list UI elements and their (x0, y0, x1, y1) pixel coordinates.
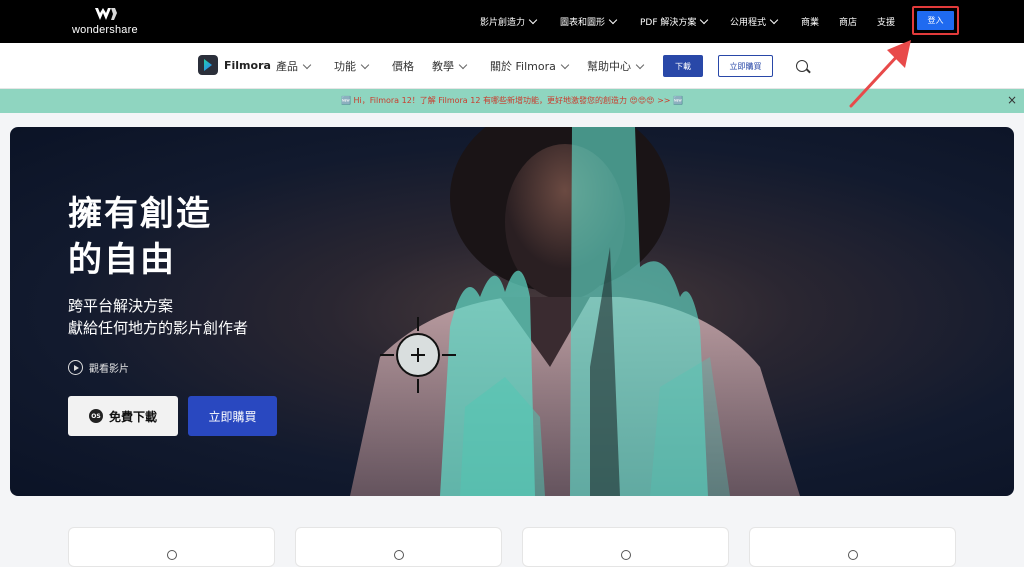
chevron-down-icon (458, 60, 468, 69)
subnav-label: 產品 (276, 60, 298, 73)
subnav-tutorials[interactable]: 教學 (432, 43, 468, 89)
free-download-button[interactable]: OS 免費下載 (68, 396, 178, 436)
wondershare-logo-icon (95, 8, 117, 20)
feature-icon (394, 550, 404, 560)
wondershare-logo[interactable]: wondershare (72, 7, 142, 37)
login-highlight-box: 登入 (912, 6, 959, 35)
feature-icon (167, 550, 177, 560)
search-icon[interactable] (796, 60, 808, 72)
chevron-down-icon (635, 60, 645, 69)
play-icon (68, 360, 83, 375)
topnav-store[interactable]: 商店 (839, 0, 857, 43)
download-button[interactable]: 下載 (663, 55, 703, 77)
hero-section: 擁有創造 的自由 跨平台解決方案 獻給任何地方的影片創作者 觀看影片 OS 免費… (10, 127, 1014, 496)
topnav-diagram[interactable]: 圖表和圖形 (560, 0, 618, 43)
topnav-pdf[interactable]: PDF 解決方案 (640, 0, 709, 43)
topnav-video[interactable]: 影片創造力 (480, 0, 538, 43)
topnav-label: 商業 (801, 18, 820, 28)
hero-subtitle: 跨平台解決方案 獻給任何地方的影片創作者 (68, 295, 248, 339)
hero-subtitle-line: 跨平台解決方案 (68, 297, 174, 315)
macos-icon: OS (88, 409, 103, 423)
watch-video-label: 觀看影片 (89, 364, 129, 375)
buy-button[interactable]: 立即購買 (718, 55, 773, 77)
topnav-label: 圖表和圖形 (560, 18, 606, 28)
chevron-down-icon (360, 60, 370, 69)
filmora-brand[interactable]: Filmora (224, 59, 271, 72)
topnav-label: 公用程式 (730, 18, 767, 28)
annotation-arrow-icon (849, 40, 911, 108)
subnav-help-center[interactable]: 幫助中心 (587, 43, 645, 89)
wondershare-logo-text: wondershare (72, 24, 138, 36)
hero-title-line: 的自由 (68, 240, 176, 280)
feature-card[interactable] (522, 527, 729, 567)
filmora-logo-icon[interactable] (198, 55, 218, 75)
feature-icon (848, 550, 858, 560)
topnav-business[interactable]: 商業 (801, 0, 819, 43)
topnav-utility[interactable]: 公用程式 (730, 0, 779, 43)
subnav-label: 功能 (334, 60, 356, 73)
chevron-down-icon (700, 15, 709, 25)
free-download-label: 免費下載 (108, 409, 157, 424)
topnav-support[interactable]: 支援 (877, 0, 895, 43)
buy-now-button[interactable]: 立即購買 (188, 396, 277, 436)
feature-card[interactable] (68, 527, 275, 567)
subnav-label: 教學 (432, 60, 454, 73)
subnav-features[interactable]: 功能 (334, 43, 370, 89)
feature-icon (621, 550, 631, 560)
chevron-down-icon (608, 15, 618, 25)
login-button[interactable]: 登入 (917, 11, 954, 30)
watch-video-link[interactable]: 觀看影片 (68, 360, 129, 375)
hero-subtitle-line: 獻給任何地方的影片創作者 (68, 319, 249, 337)
topnav-label: 商店 (839, 18, 858, 28)
crosshair-icon (380, 317, 456, 393)
topnav-label: 支援 (877, 18, 896, 28)
feature-card[interactable] (295, 527, 502, 567)
hero-background-image (350, 127, 800, 496)
subnav-about[interactable]: 關於 Filmora (490, 43, 570, 89)
topnav-label: 影片創造力 (480, 18, 526, 28)
topnav-label: PDF 解決方案 (640, 18, 697, 28)
feature-card[interactable] (749, 527, 956, 567)
subnav-products[interactable]: 產品 (276, 43, 312, 89)
hero-title-line: 擁有創造 (68, 194, 212, 234)
chevron-down-icon (528, 15, 538, 25)
subnav-label: 關於 Filmora (490, 60, 556, 73)
subnav-label: 價格 (392, 60, 414, 73)
global-header: wondershare 影片創造力 圖表和圖形 PDF 解決方案 公用程式 商業… (0, 0, 1024, 43)
close-icon[interactable]: × (1007, 93, 1017, 107)
subnav-label: 幫助中心 (587, 60, 631, 73)
chevron-down-icon (560, 60, 570, 69)
subnav-pricing[interactable]: 價格 (392, 43, 414, 89)
chevron-down-icon (302, 60, 312, 69)
hero-title: 擁有創造 的自由 (68, 191, 212, 283)
chevron-down-icon (769, 15, 779, 25)
